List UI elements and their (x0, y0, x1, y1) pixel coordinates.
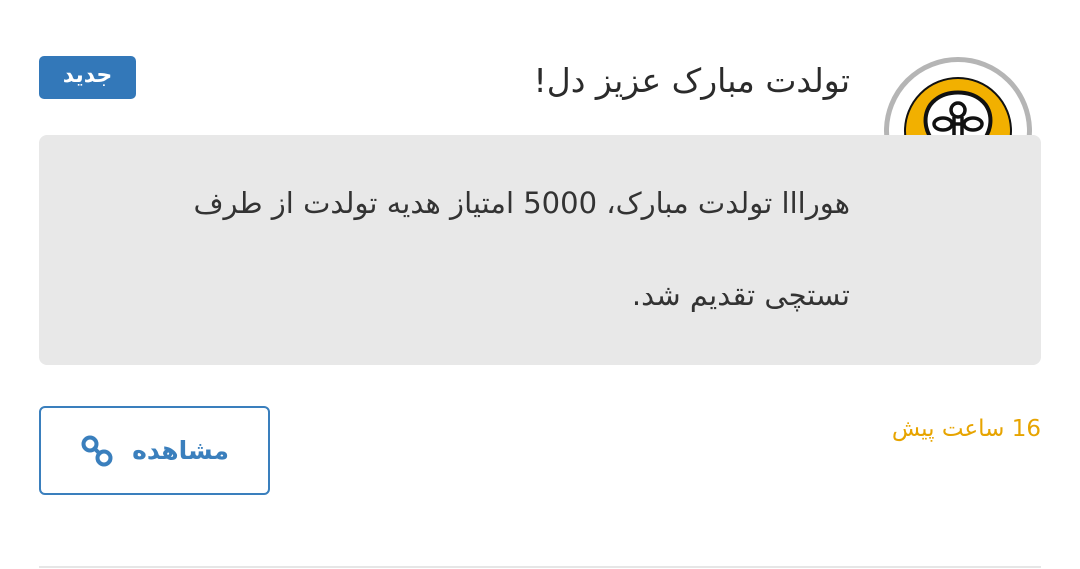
view-button-label: مشاهده (132, 436, 229, 465)
message-text: هورااا تولدت مبارک، 5000 امتیاز هدیه تول… (90, 180, 850, 319)
notification-card: تولدت مبارک عزیز دل! جدید هورااا تولدت م… (0, 0, 1080, 569)
link-icon (80, 434, 114, 468)
divider (39, 566, 1041, 568)
new-badge: جدید (39, 56, 136, 99)
timestamp: 16 ساعت پیش (891, 416, 1041, 442)
view-button[interactable]: مشاهده (39, 406, 270, 495)
message-line-1: هورااا تولدت مبارک، 5000 امتیاز هدیه تول… (193, 186, 850, 220)
notification-title: تولدت مبارک عزیز دل! (533, 61, 851, 100)
message-line-2: تستچی تقدیم شد. (631, 278, 850, 312)
